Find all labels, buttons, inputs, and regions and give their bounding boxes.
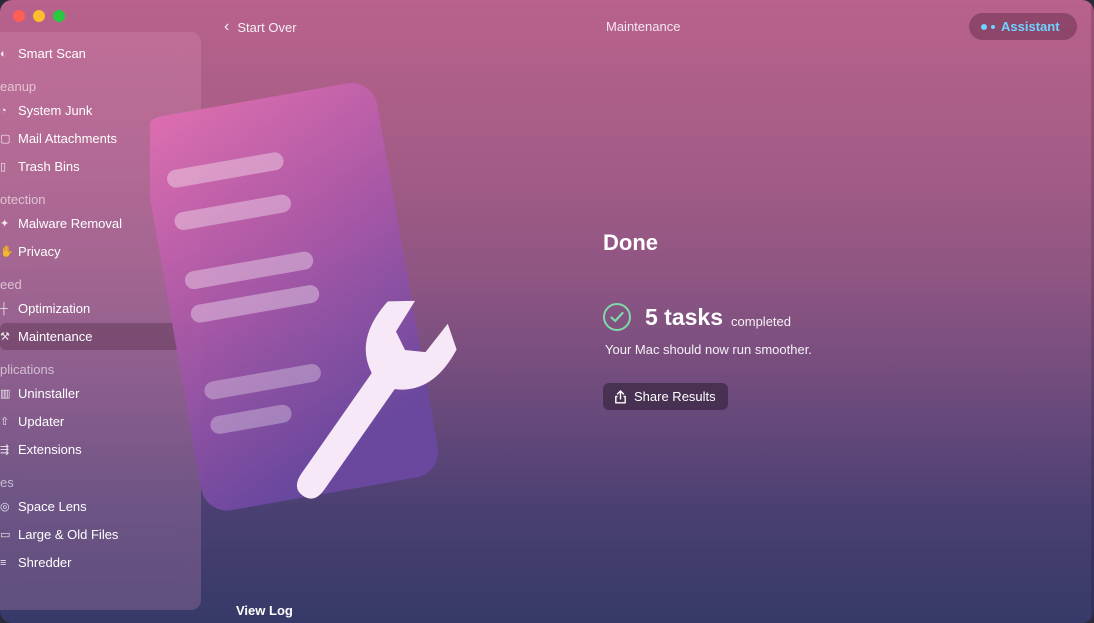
- uninstaller-icon: ▥: [0, 388, 11, 400]
- share-results-label: Share Results: [634, 389, 716, 404]
- sidebar-item-large-old-files[interactable]: ▭ Large & Old Files: [0, 521, 193, 548]
- large-old-files-icon: ▭: [0, 529, 11, 541]
- sidebar-item-label: Maintenance: [18, 329, 93, 344]
- sidebar-item-label: Smart Scan: [18, 46, 86, 61]
- optimization-icon: ┼: [0, 302, 8, 315]
- share-results-button[interactable]: Share Results: [603, 383, 728, 410]
- chevron-left-icon: ‹: [224, 18, 230, 35]
- smart-scan-icon: ◐: [0, 47, 7, 60]
- app-window: eanup otection eed plications es ◐ Smart…: [0, 0, 1094, 623]
- space-lens-icon: ◎: [0, 501, 10, 513]
- section-label-applications: plications: [0, 362, 55, 377]
- check-circle-icon: [603, 303, 631, 331]
- sidebar-item-label: Privacy: [18, 244, 61, 259]
- malware-removal-icon: ✦: [0, 218, 10, 230]
- section-label-speed: eed: [0, 277, 22, 292]
- tasks-summary: 5 tasks completed: [603, 303, 791, 331]
- mail-attachments-icon: ▢: [0, 133, 11, 145]
- view-log-link[interactable]: View Log: [236, 603, 293, 618]
- privacy-icon: ✋: [0, 246, 14, 258]
- sidebar-item-label: Mail Attachments: [18, 131, 117, 146]
- page-title: Maintenance: [606, 19, 681, 34]
- maintenance-icon: ⚒: [0, 331, 10, 343]
- zoom-window-button[interactable]: [53, 10, 65, 22]
- sidebar-item-shredder[interactable]: ≡ Shredder: [0, 549, 193, 576]
- window-controls: [13, 10, 65, 22]
- start-over-label: Start Over: [237, 19, 297, 35]
- trash-bins-icon: ▯: [0, 161, 7, 173]
- shredder-icon: ≡: [0, 556, 7, 569]
- sidebar-item-smart-scan[interactable]: ◐ Smart Scan: [0, 40, 193, 67]
- assistant-label: Assistant: [1001, 19, 1060, 34]
- sidebar-item-label: Large & Old Files: [18, 527, 119, 542]
- sidebar-item-label: Trash Bins: [18, 159, 80, 174]
- start-over-button[interactable]: ‹ Start Over: [224, 17, 297, 37]
- section-label-protection: otection: [0, 192, 46, 207]
- status-subtitle: Your Mac should now run smoother.: [605, 342, 812, 357]
- sidebar-item-label: System Junk: [18, 103, 93, 118]
- extensions-icon: ⇶: [0, 444, 10, 456]
- tasks-count: 5 tasks: [645, 303, 724, 330]
- sidebar-item-label: Space Lens: [18, 499, 87, 514]
- sidebar-item-label: Updater: [18, 414, 65, 429]
- assistant-button[interactable]: Assistant: [969, 13, 1077, 40]
- sidebar-item-label: Optimization: [18, 301, 91, 316]
- section-label-cleanup: eanup: [0, 79, 37, 94]
- maintenance-wrench-icon: [150, 83, 457, 511]
- minimize-window-button[interactable]: [33, 10, 45, 22]
- status-title: Done: [603, 230, 658, 255]
- sidebar-item-label: Uninstaller: [18, 386, 80, 401]
- close-window-button[interactable]: [13, 10, 25, 22]
- sidebar-item-label: Shredder: [18, 555, 72, 570]
- tasks-suffix: completed: [731, 313, 791, 329]
- share-icon: [615, 389, 626, 403]
- system-junk-icon: ◔: [0, 104, 7, 117]
- updater-icon: ⇧: [0, 416, 10, 428]
- sidebar-item-label: Malware Removal: [18, 216, 123, 231]
- section-label-files: es: [0, 475, 14, 490]
- assistant-dots-icon: [981, 23, 995, 30]
- sidebar-item-label: Extensions: [18, 442, 82, 457]
